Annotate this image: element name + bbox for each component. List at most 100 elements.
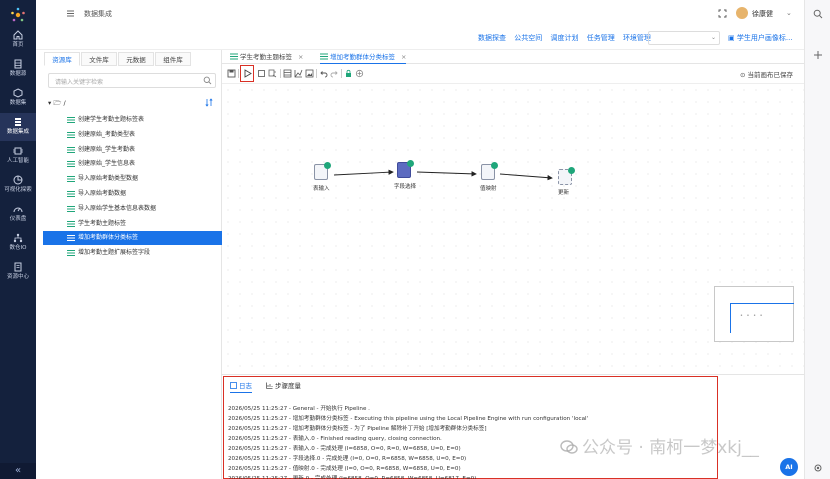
sidebar-item-integration[interactable]: 数据集成 [0,113,36,141]
fullscreen-icon[interactable] [718,9,727,18]
tab-pipeline-group-tags[interactable]: 增加考勤群体分类标签 × [320,50,407,64]
node-table-input[interactable] [311,162,333,184]
right-toolbar [804,0,830,479]
tab-file-library[interactable]: 文件库 [81,52,117,66]
tree-item[interactable]: 导入原始考勤类型数据 [43,172,222,186]
add-icon[interactable] [813,50,823,60]
play-icon[interactable] [243,69,252,78]
sidebar-item-resource[interactable]: 资源中心 [0,258,36,286]
save-status-text: 当前画布已保存 [747,71,794,79]
sidebar-item-label: 可视化探索 [4,187,32,193]
save-icon[interactable] [227,69,236,78]
node-update[interactable] [555,167,577,189]
folder-open-icon: 🗁 [53,99,64,107]
tab-label: 学生考勤主题标签 [240,53,292,61]
node-label: 表输入 [313,186,330,192]
close-icon[interactable]: × [298,53,303,61]
align-icon[interactable] [294,69,303,78]
sidebar-item-datasource[interactable]: 数据源 [0,55,36,83]
tree-item-label: 导入原始考勤数据 [78,190,127,197]
library-search-input[interactable]: 请输入关键字检索 [48,73,216,88]
tab-log[interactable]: 日志 [230,379,252,393]
sidebar-item-dataset[interactable]: 数据集 [0,84,36,112]
link-data-explore[interactable]: 数据探查 [478,34,506,42]
sidebar-item-visual[interactable]: 可视化探索 [0,171,36,199]
tab-component-library[interactable]: 组件库 [155,52,191,66]
tree-item-label: 导入原始学生基本信息表数据 [78,204,157,212]
environment-select[interactable]: ⌄ [648,31,720,45]
chevron-down-icon[interactable]: ⌄ [786,9,792,17]
menu-icon[interactable] [66,9,75,18]
tree-root[interactable]: ▾ 🗁 / [48,99,66,110]
tree-item[interactable]: 导入原始学生基本信息表数据 [43,202,222,216]
top-links: 数据探查 公共空间 调度计划 任务管理 环境管理 [478,33,657,43]
avatar[interactable] [736,7,748,19]
sidebar-item-label: 人工智能 [6,158,29,164]
log-icon [230,382,237,389]
tab-resource-library[interactable]: 资源库 [44,52,80,66]
gear-icon[interactable] [813,463,823,473]
pipeline-icon [67,131,75,138]
grid-icon[interactable] [283,69,292,78]
minimap-nodes: • • • • [740,313,764,319]
stop-icon[interactable] [257,69,266,78]
tree-item[interactable]: 创建原始_学生信息表 [43,157,222,171]
close-icon[interactable]: × [401,53,406,61]
sidebar-item-ai[interactable]: 人工智能 [0,142,36,170]
sidebar-item-label: 数据集成 [6,129,29,135]
image-icon[interactable] [305,69,314,78]
tab-step-metrics[interactable]: 步骤度量 [266,379,301,393]
dashboard-icon [13,207,23,213]
publish-icon[interactable] [355,69,364,78]
lock-icon[interactable] [344,69,353,78]
project-link[interactable]: ▣ 学生用户画像标... [728,33,793,43]
link-task-manage[interactable]: 任务管理 [587,34,615,42]
tab-label: 步骤度量 [275,382,301,390]
success-check-icon [407,160,414,167]
toolbar-divider [341,69,342,78]
editor-toolbar: ⊙ 当前画布已保存 [222,64,804,84]
ai-assistant-button[interactable]: AI [780,458,798,476]
tab-pipeline-attendance-tags[interactable]: 学生考勤主题标签 × [230,50,303,64]
save-status: ⊙ 当前画布已保存 [740,69,793,79]
log-line: 2026/05/25 11:25:27 - General - 开始执行 Pip… [228,406,370,412]
sidebar-collapse-button[interactable]: « [0,463,36,479]
pipeline-icon [67,117,75,123]
integration-icon [15,118,21,126]
pipeline-icon [67,146,75,153]
tree-item[interactable]: 导入原始考勤数据 [43,187,222,201]
watermark-text: 公众号 · 南柯一梦xkj__ [582,438,759,458]
toolbar-divider [238,69,239,78]
tab-metadata[interactable]: 元数据 [118,52,154,66]
tree-item[interactable]: 创建学生考勤主题标签表 [43,113,222,127]
user-name[interactable]: 徐康健 [752,9,773,19]
tree-item[interactable]: 创建原始_学生考勤表 [43,143,222,157]
sidebar-item-home[interactable]: 首页 [0,26,36,54]
search-icon[interactable] [203,76,212,85]
node-select-values[interactable] [394,160,416,182]
pipeline-icon [67,191,75,197]
search-icon[interactable] [813,9,823,19]
link-public-space[interactable]: 公共空间 [514,34,542,42]
tree-item[interactable]: 学生考勤主题标签 [43,217,222,231]
preview-icon[interactable] [268,69,277,78]
link-schedule[interactable]: 调度计划 [550,34,578,42]
top-header: 数据集成 徐康健 ⌄ [36,0,804,28]
link-env-manage[interactable]: 环境管理 [623,34,651,42]
tree-item-label: 学生考勤主题标签 [78,219,127,227]
undo-icon[interactable] [319,69,328,78]
success-check-icon [491,162,498,169]
tree-item[interactable]: 增加考勤主题扩展标签字段 [43,246,222,260]
tree-item-label: 创建学生考勤主题标签表 [78,116,145,123]
success-check-icon [568,167,575,174]
tab-label: 日志 [239,382,252,390]
tree-item[interactable]: 创建原始_考勤类型表 [43,128,222,142]
node-value-mapper[interactable] [478,162,500,184]
canvas-minimap[interactable]: • • • • [714,286,794,342]
tree-item[interactable]: 增加考勤群体分类标签 [43,231,222,246]
chart-icon [13,175,23,185]
sidebar-item-dashboard[interactable]: 仪表盘 [0,200,36,228]
sort-icon[interactable] [205,98,214,107]
redo-icon[interactable] [330,69,339,78]
sidebar-item-warehouse[interactable]: 数仓IO [0,229,36,257]
